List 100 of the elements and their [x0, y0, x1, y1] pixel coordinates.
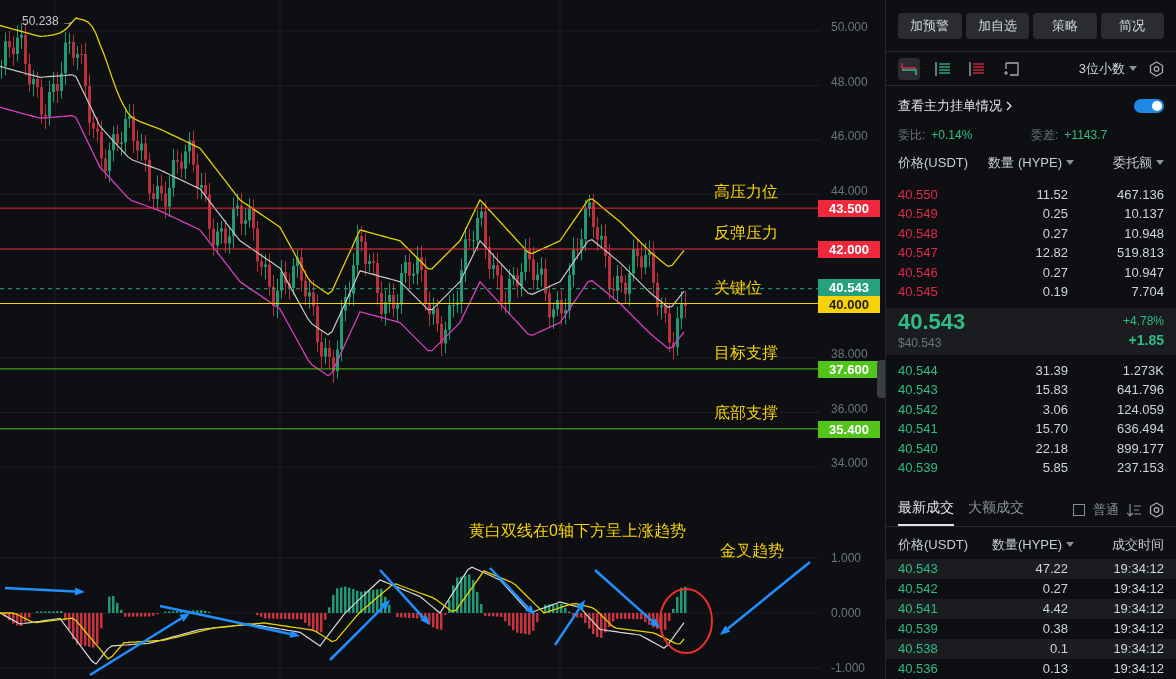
trade-quantity: 0.1 [1048, 640, 1068, 659]
trade-price: 40.542 [898, 580, 939, 599]
bid-amount: 1.273K [1121, 361, 1164, 380]
depth-link[interactable]: 查看主力挂单情况 [898, 96, 1012, 116]
trade-price: 40.539 [898, 620, 939, 639]
ask-price: 40.545 [898, 283, 939, 302]
ask-quantity: 11.52 [1035, 185, 1068, 204]
column-header[interactable]: 数量 (HYPE) [988, 153, 1074, 173]
macd-tick: -1.000 [831, 661, 866, 675]
column-header: 价格(USDT) [898, 536, 969, 555]
bid-price: 40.541 [898, 420, 939, 439]
annotation-text: 金叉趋势 [720, 541, 784, 561]
annotation-text: 黄白双线在0轴下方呈上涨趋势 [469, 521, 686, 541]
trade-price: 40.541 [898, 600, 939, 619]
trade-quantity: 0.27 [1041, 580, 1068, 599]
level-label: 目标支撑 [714, 343, 778, 362]
price-tick: 50.000 [831, 20, 868, 34]
macd-tick: 0.000 [831, 606, 862, 620]
action-button[interactable]: 加预警 [898, 13, 962, 40]
column-header[interactable]: 数量(HYPE) [991, 535, 1074, 555]
ask-price: 40.548 [898, 224, 939, 243]
ask-quantity: 0.19 [1041, 283, 1068, 302]
trade-price: 40.536 [898, 660, 939, 679]
ask-amount: 519.813 [1116, 244, 1164, 263]
trade-quantity: 0.38 [1041, 620, 1068, 639]
trades-tab[interactable]: 最新成交 [898, 496, 954, 526]
price-tick: 38.000 [831, 347, 868, 361]
level-label: 反弹压力 [714, 224, 778, 242]
ask-quantity: 0.25 [1041, 205, 1068, 224]
column-header: 成交时间 [1112, 536, 1164, 555]
ask-price: 40.546 [898, 263, 939, 282]
high-price-marker: 50.238 → [22, 13, 75, 30]
bid-quantity: 5.85 [1041, 459, 1068, 478]
column-header: 价格(USDT) [898, 154, 969, 173]
trade-price: 40.538 [898, 640, 939, 659]
action-button[interactable]: 策略 [1033, 13, 1097, 40]
column-header[interactable]: 委托额 [1113, 153, 1164, 173]
stat-value: +1143.7 [1064, 126, 1108, 144]
ask-price: 40.547 [898, 244, 939, 263]
level-price-tag: 35.400 [818, 420, 880, 438]
trade-quantity: 47.22 [1034, 560, 1068, 579]
ask-amount: 7.704 [1130, 283, 1164, 302]
change-value: +1.85 [1128, 330, 1164, 350]
trade-time: 19:34:12 [1112, 640, 1164, 659]
last-price: 40.543 [898, 310, 966, 335]
level-price-tag: 42.000 [818, 241, 880, 258]
ask-amount: 10.137 [1123, 205, 1164, 224]
bid-price: 40.542 [898, 400, 939, 419]
bid-amount: 641.796 [1116, 381, 1164, 400]
trade-price: 40.543 [898, 560, 939, 579]
trade-time: 19:34:12 [1112, 620, 1164, 639]
level-label: 关键位 [714, 278, 762, 297]
stat-value: +0.14% [931, 126, 973, 144]
bid-amount: 124.059 [1116, 400, 1164, 419]
price-tick: 34.000 [831, 456, 868, 470]
ask-amount: 467.136 [1116, 185, 1164, 204]
trades-tab[interactable]: 大额成交 [968, 496, 1024, 526]
price-tick: 48.000 [831, 74, 868, 89]
ask-quantity: 0.27 [1041, 263, 1068, 282]
bid-quantity: 22.18 [1034, 439, 1068, 458]
trade-time: 19:34:12 [1112, 580, 1164, 599]
level-label: 底部支撑 [714, 403, 778, 422]
bid-price: 40.544 [898, 361, 939, 380]
bid-price: 40.540 [898, 439, 939, 458]
bid-amount: 237.153 [1116, 459, 1164, 478]
level-price-tag: 43.500 [818, 200, 880, 218]
bid-quantity: 31.39 [1034, 361, 1068, 380]
ask-price: 40.549 [898, 205, 939, 224]
action-button[interactable]: 加自选 [965, 13, 1029, 40]
filter-label: 普通 [1093, 501, 1119, 520]
price-tick: 44.000 [831, 183, 868, 198]
bid-amount: 899.177 [1116, 439, 1164, 458]
trade-time: 19:34:12 [1112, 600, 1164, 619]
ask-amount: 10.947 [1123, 263, 1164, 282]
bid-quantity: 15.70 [1034, 420, 1068, 439]
action-button[interactable]: 简况 [1100, 13, 1164, 40]
level-price-tag: 37.600 [818, 360, 880, 378]
bid-price: 40.539 [898, 459, 939, 478]
ask-quantity: 0.27 [1041, 224, 1068, 243]
bid-price: 40.543 [898, 381, 939, 400]
level-label: 高压力位 [714, 183, 778, 202]
macd-tick: 1.000 [831, 551, 862, 565]
ask-price: 40.550 [898, 185, 939, 204]
last-price-usd: $40.543 [898, 335, 943, 353]
trade-time: 19:34:12 [1112, 560, 1164, 579]
stat-label: 委差: [1031, 126, 1059, 144]
price-tick: 36.000 [831, 401, 868, 416]
ask-amount: 10.948 [1123, 224, 1164, 243]
bid-quantity: 3.06 [1041, 400, 1068, 419]
change-percent: +4.78% [1122, 312, 1164, 330]
price-tick: 46.000 [831, 129, 868, 143]
trade-quantity: 4.42 [1041, 600, 1068, 619]
trade-time: 19:34:12 [1112, 660, 1164, 679]
bid-quantity: 15.83 [1034, 381, 1068, 400]
stat-label: 委比: [898, 126, 926, 144]
ask-quantity: 12.82 [1034, 244, 1068, 263]
bid-amount: 636.494 [1116, 420, 1164, 439]
trade-quantity: 0.13 [1041, 660, 1068, 679]
current-price-tag: 40.543 [818, 278, 880, 296]
precision-dropdown[interactable]: 3位小数 [1078, 58, 1137, 79]
